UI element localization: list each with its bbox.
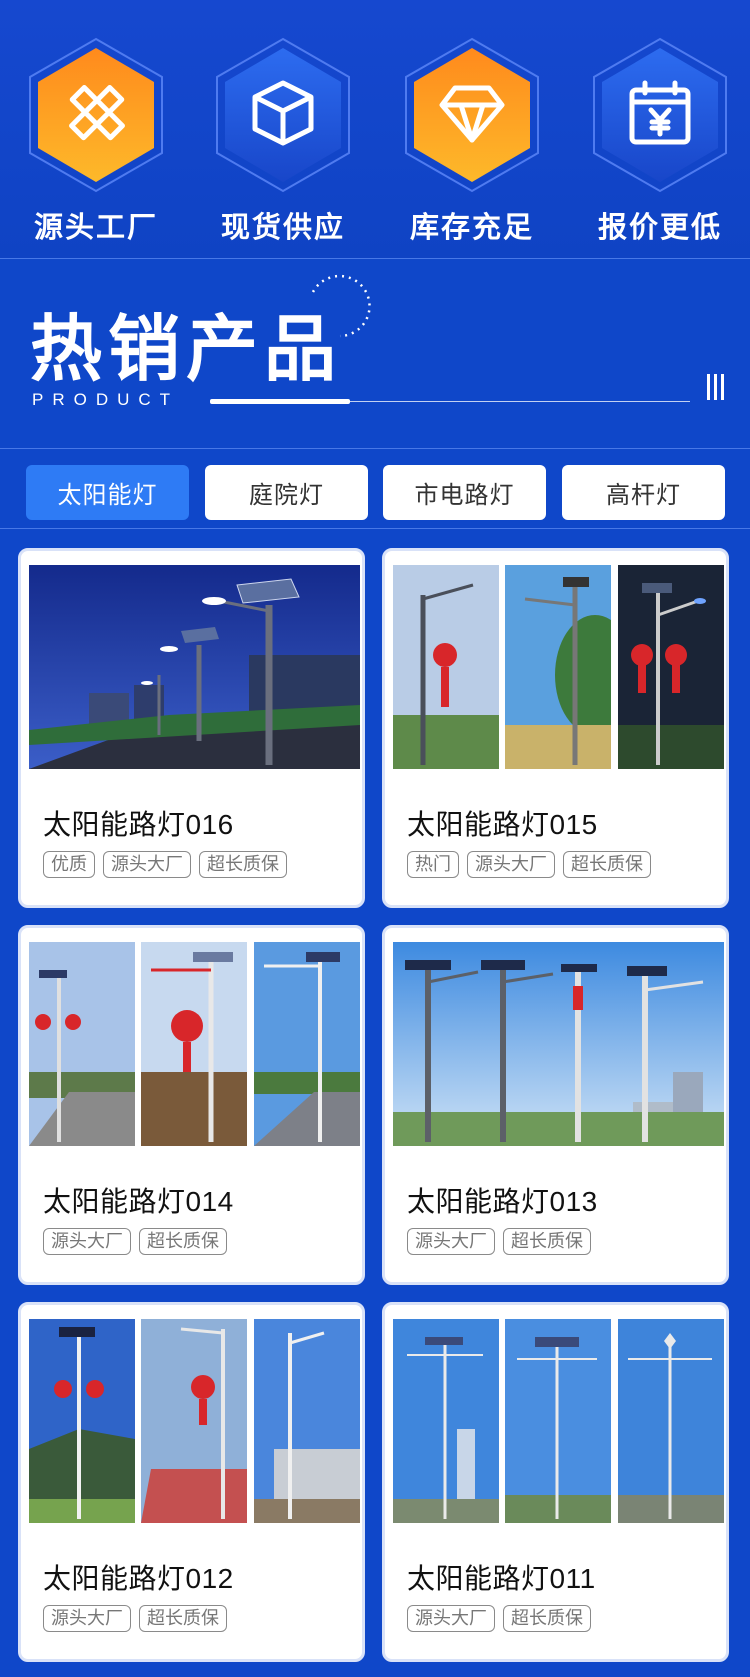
vertical-bars-icon	[707, 374, 724, 400]
product-card[interactable]: 太阳能路灯013 源头大厂 超长质保	[382, 925, 729, 1285]
ruler-pencil-icon	[69, 85, 125, 141]
product-card[interactable]: 太阳能路灯011 源头大厂 超长质保	[382, 1302, 729, 1662]
product-tags: 源头大厂 超长质保	[43, 1605, 227, 1632]
feature-label: 报价更低	[597, 210, 722, 244]
heading-underline-thick	[210, 399, 350, 404]
product-tag: 超长质保	[139, 1228, 227, 1255]
product-tag: 源头大厂	[407, 1605, 495, 1632]
hexagon-badge	[26, 36, 166, 193]
product-name: 太阳能路灯016	[43, 809, 234, 840]
product-name: 太阳能路灯013	[407, 1186, 598, 1217]
product-card[interactable]: 太阳能路灯016 优质 源头大厂 超长质保	[18, 548, 365, 908]
product-tags: 源头大厂 超长质保	[43, 1228, 227, 1255]
section-heading: 热销产品 PRODUCT	[0, 258, 750, 448]
product-name: 太阳能路灯015	[407, 809, 598, 840]
product-tags: 热门 源头大厂 超长质保	[407, 851, 651, 878]
product-card[interactable]: 太阳能路灯015 热门 源头大厂 超长质保	[382, 548, 729, 908]
product-card[interactable]: 太阳能路灯012 源头大厂 超长质保	[18, 1302, 365, 1662]
feature-in-stock-supply[interactable]: 现货供应	[203, 36, 363, 246]
product-tag: 源头大厂	[467, 851, 555, 878]
product-tag: 超长质保	[503, 1228, 591, 1255]
tab-courtyard-lamp[interactable]: 庭院灯	[205, 465, 368, 520]
feature-label: 现货供应	[220, 210, 345, 244]
calendar-yen-icon	[629, 80, 691, 145]
product-image	[393, 1319, 724, 1523]
divider	[0, 528, 750, 529]
product-tag: 源头大厂	[103, 851, 191, 878]
feature-label: 库存充足	[409, 210, 534, 244]
product-name: 太阳能路灯011	[407, 1563, 596, 1594]
product-tag: 源头大厂	[407, 1228, 495, 1255]
diamond-icon	[439, 85, 505, 143]
hexagon-badge	[213, 36, 353, 193]
feature-strip: 源头工厂 现货供应 库存充足 报价更低	[0, 0, 750, 258]
product-tag: 优质	[43, 851, 95, 878]
tab-high-mast-lamp[interactable]: 高杆灯	[562, 465, 725, 520]
section-subtitle: PRODUCT	[32, 390, 180, 409]
product-tag: 源头大厂	[43, 1228, 131, 1255]
product-image	[393, 942, 724, 1146]
product-image	[393, 565, 724, 769]
product-name: 太阳能路灯012	[43, 1563, 234, 1594]
product-tag: 超长质保	[563, 851, 651, 878]
product-tag: 超长质保	[503, 1605, 591, 1632]
product-tag: 超长质保	[139, 1605, 227, 1632]
hexagon-badge	[590, 36, 730, 193]
product-name: 太阳能路灯014	[43, 1186, 234, 1217]
product-tags: 源头大厂 超长质保	[407, 1228, 591, 1255]
product-image	[29, 1319, 360, 1523]
product-tag: 热门	[407, 851, 459, 878]
tab-solar-lamp[interactable]: 太阳能灯	[26, 465, 189, 520]
product-card[interactable]: 太阳能路灯014 源头大厂 超长质保	[18, 925, 365, 1285]
product-tags: 源头大厂 超长质保	[407, 1605, 591, 1632]
product-tag: 超长质保	[199, 851, 287, 878]
feature-source-factory[interactable]: 源头工厂	[16, 36, 176, 246]
box-icon	[252, 80, 314, 146]
product-image	[29, 942, 360, 1146]
product-tags: 优质 源头大厂 超长质保	[43, 851, 287, 878]
category-tabs: 太阳能灯 庭院灯 市电路灯 高杆灯	[0, 448, 750, 528]
hexagon-badge	[402, 36, 542, 193]
product-image	[29, 565, 360, 769]
product-tag: 源头大厂	[43, 1605, 131, 1632]
section-title: 热销产品	[30, 306, 343, 391]
tab-mains-street-lamp[interactable]: 市电路灯	[383, 465, 546, 520]
heading-underline-thin	[350, 401, 690, 402]
feature-sufficient-stock[interactable]: 库存充足	[392, 36, 552, 246]
feature-label: 源头工厂	[33, 210, 158, 244]
feature-lower-price[interactable]: 报价更低	[580, 36, 740, 246]
